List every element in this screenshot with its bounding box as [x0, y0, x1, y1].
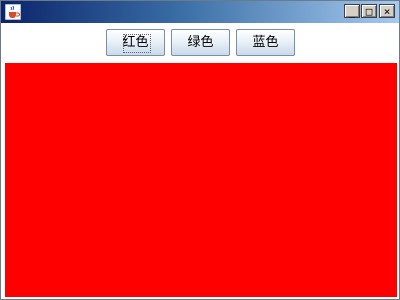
green-button-label: 绿色	[187, 35, 214, 50]
button-toolbar: 红色 绿色 蓝色	[1, 24, 399, 62]
app-window: _ □ × 红色 绿色 蓝色	[0, 0, 400, 300]
java-cup-icon[interactable]	[4, 3, 22, 21]
color-panel	[5, 63, 397, 297]
minimize-button[interactable]: _	[344, 4, 360, 18]
close-button[interactable]: ×	[379, 4, 395, 18]
blue-button-label: 蓝色	[252, 35, 279, 50]
title-bar[interactable]: _ □ ×	[1, 1, 399, 23]
green-button[interactable]: 绿色	[171, 29, 230, 56]
red-button[interactable]: 红色	[106, 29, 165, 56]
blue-button[interactable]: 蓝色	[236, 29, 295, 56]
focus-indicator	[123, 34, 151, 53]
maximize-button[interactable]: □	[361, 4, 377, 18]
